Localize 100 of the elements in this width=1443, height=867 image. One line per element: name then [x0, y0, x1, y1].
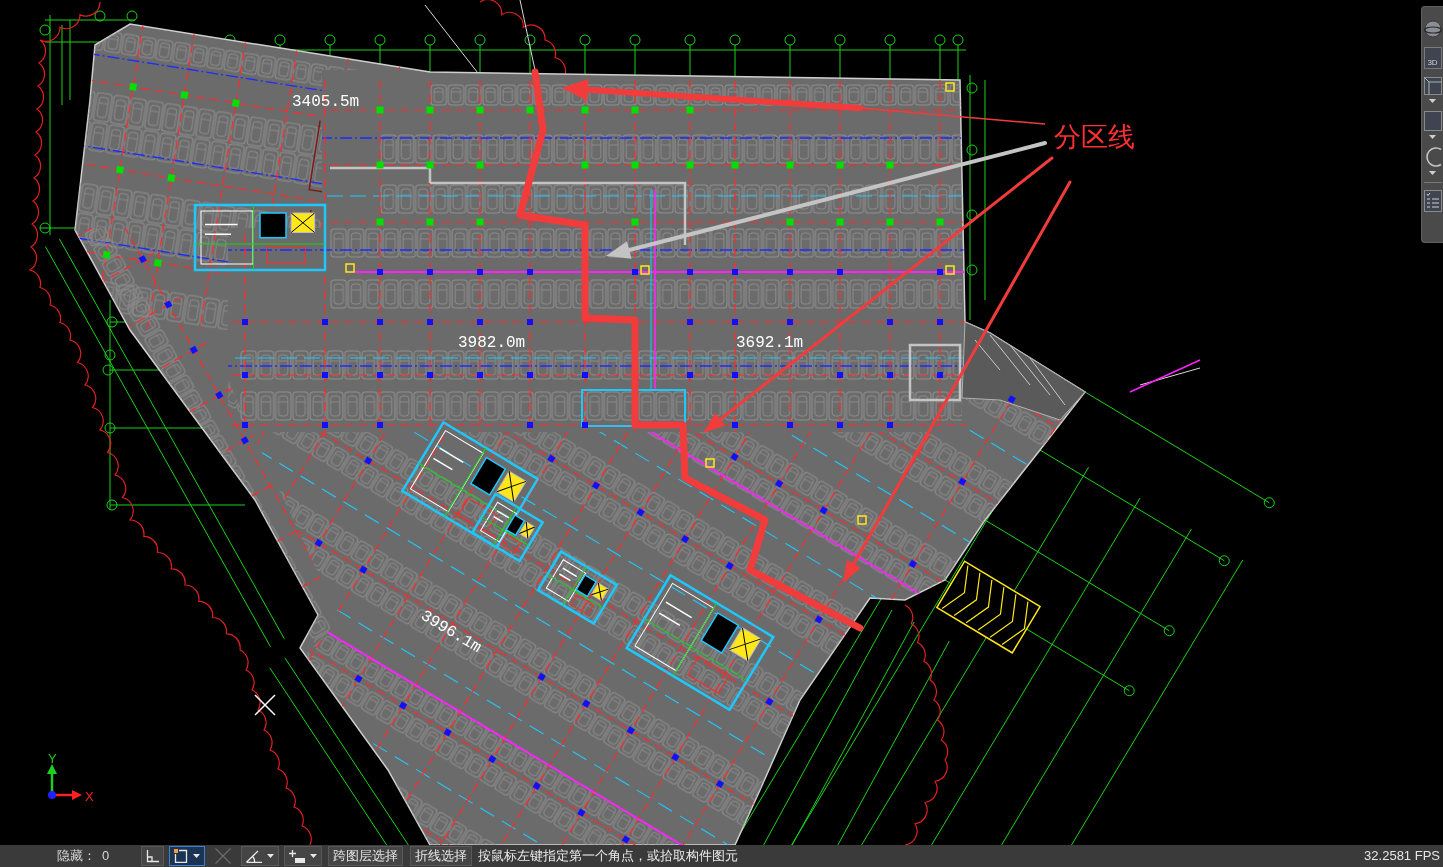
caret-icon	[267, 854, 275, 858]
orbit-button[interactable]	[1423, 19, 1442, 39]
column-marker-icon	[477, 372, 483, 378]
right-angle-icon	[146, 849, 160, 863]
fps-counter: 32.2581 FPS	[1364, 847, 1440, 866]
column-marker-icon	[787, 269, 793, 275]
caret-icon	[1429, 171, 1436, 175]
column-marker-icon	[240, 436, 249, 445]
column-marker-icon	[377, 372, 383, 378]
column-marker-icon	[314, 538, 323, 548]
column-marker-icon	[937, 319, 943, 325]
column-marker-icon	[681, 534, 690, 544]
column-marker-icon	[581, 161, 589, 169]
column-marker-icon	[687, 372, 693, 378]
snap-frame-icon	[174, 849, 189, 863]
column-marker-icon	[527, 269, 533, 275]
selection-mode-button[interactable]: 跨图层选择	[328, 846, 404, 866]
column-marker-icon	[732, 319, 738, 325]
column-marker-icon	[715, 779, 725, 789]
column-marker-icon	[631, 218, 639, 226]
square-marker-icon	[945, 265, 955, 275]
column-marker-icon	[322, 422, 328, 428]
zone-label: 分区线	[1054, 121, 1135, 152]
column-marker-icon	[377, 422, 383, 428]
column-marker-icon	[102, 250, 111, 259]
face-view-button[interactable]	[1423, 111, 1442, 139]
area-label: 3405.5m	[292, 93, 360, 111]
column-marker-icon	[426, 161, 434, 169]
column-marker-icon	[671, 753, 680, 762]
area-label: 3982.0m	[458, 334, 526, 352]
column-marker-icon	[687, 269, 693, 275]
command-prompt: 按鼠标左键指定第一个角点，或拾取构件图元	[478, 847, 739, 866]
column-marker-icon	[731, 161, 739, 169]
view-cube-button[interactable]	[1423, 77, 1442, 103]
column-marker-icon	[836, 218, 844, 226]
layer-list-button[interactable]	[1423, 190, 1442, 212]
selection-mode-button[interactable]: 折线选择	[410, 846, 473, 866]
column-marker-icon	[426, 106, 434, 114]
column-marker-icon	[958, 477, 967, 486]
column-marker-icon	[732, 372, 738, 378]
column-marker-icon	[527, 319, 533, 325]
column-marker-icon	[426, 218, 434, 226]
column-marker-icon	[377, 269, 383, 275]
column-marker-icon	[686, 161, 694, 169]
column-marker-icon	[887, 372, 893, 378]
column-marker-icon	[686, 106, 694, 114]
column-marker-icon	[837, 372, 843, 378]
caret-icon	[1429, 135, 1436, 139]
square-marker-icon	[640, 265, 650, 275]
angle-button[interactable]	[241, 846, 280, 866]
column-marker-icon	[476, 161, 484, 169]
square-marker-icon	[705, 458, 715, 468]
square-marker-icon	[345, 263, 355, 273]
area-label: 3692.1m	[736, 334, 804, 352]
column-marker-icon	[837, 269, 843, 275]
snap-button[interactable]	[169, 846, 206, 866]
rotate-button[interactable]	[1423, 147, 1442, 175]
grid-button[interactable]	[284, 846, 323, 866]
column-marker-icon	[687, 319, 693, 325]
column-marker-icon	[231, 99, 240, 108]
column-marker-icon	[376, 218, 384, 226]
column-marker-icon	[631, 106, 639, 114]
column-marker-icon	[547, 454, 556, 463]
origin-dot-icon	[48, 791, 56, 799]
cross-icon	[215, 848, 232, 864]
3d-view-button[interactable]: 3D	[1423, 47, 1442, 69]
column-marker-icon	[886, 218, 894, 226]
column-marker-icon	[730, 452, 739, 461]
column-marker-icon	[242, 372, 248, 378]
column-marker-icon	[1007, 395, 1016, 404]
column-marker-icon	[215, 391, 224, 400]
column-marker-icon	[364, 456, 373, 465]
column-marker-icon	[582, 372, 588, 378]
column-marker-icon	[626, 726, 635, 735]
column-marker-icon	[322, 372, 328, 378]
column-marker-icon	[527, 422, 533, 428]
column-marker-icon	[591, 481, 601, 490]
column-marker-icon	[376, 106, 384, 114]
column-marker-icon	[377, 319, 383, 325]
column-marker-icon	[189, 345, 198, 354]
column-marker-icon	[732, 422, 738, 428]
column-marker-icon	[532, 781, 541, 791]
column-marker-icon	[398, 701, 408, 710]
column-marker-icon	[427, 269, 433, 275]
column-marker-icon	[786, 161, 794, 169]
hidden-count-value: 0	[102, 847, 110, 866]
column-marker-icon	[537, 672, 546, 681]
square-marker-icon	[857, 515, 867, 525]
ortho-button[interactable]	[141, 846, 165, 866]
caret-icon	[1429, 99, 1436, 103]
column-marker-icon	[837, 422, 843, 428]
column-marker-icon	[477, 319, 483, 325]
angle-icon	[246, 849, 263, 863]
column-marker-icon	[242, 319, 248, 325]
sphere-icon	[1423, 20, 1442, 38]
pick-cursor-icon	[254, 694, 276, 716]
column-marker-icon	[477, 269, 483, 275]
axis-label: X	[85, 789, 94, 804]
column-marker-icon	[732, 269, 738, 275]
column-marker-icon	[786, 218, 794, 226]
